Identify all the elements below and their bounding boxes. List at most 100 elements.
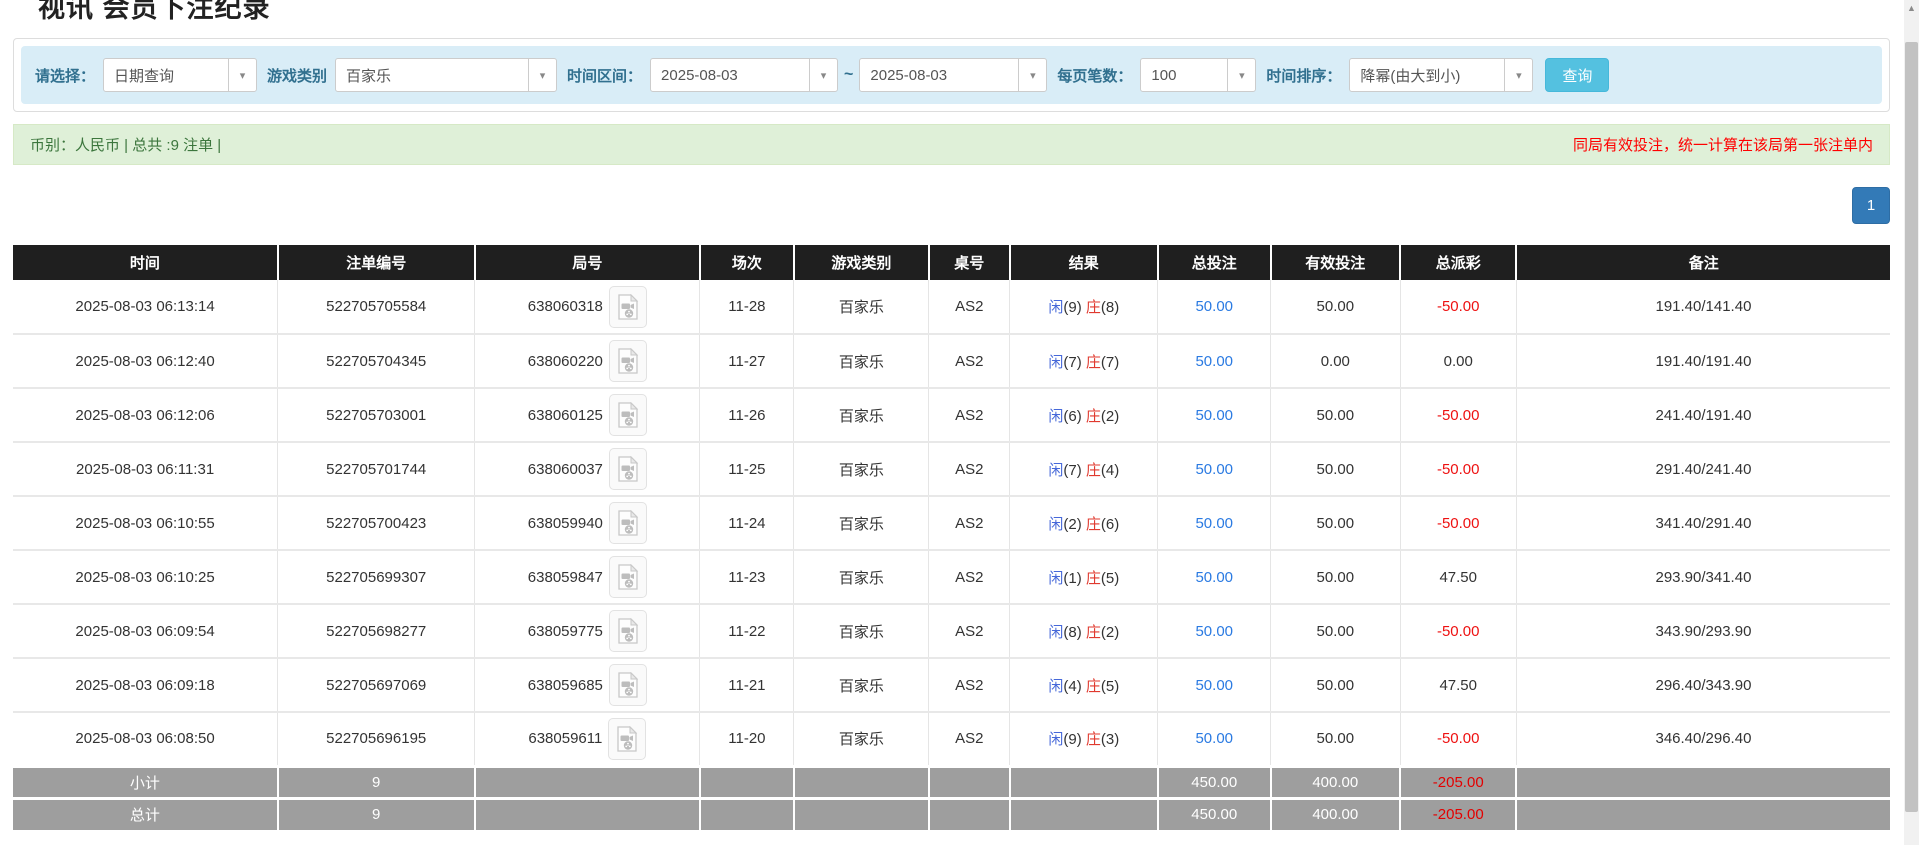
cell-total-bet: 50.00 (1157, 388, 1272, 443)
scrollbar-thumb[interactable] (1905, 42, 1918, 812)
vertical-scrollbar[interactable]: ▲ (1904, 0, 1919, 845)
cell-round-id: 638060220 (474, 334, 701, 389)
subtotal-row: 小计 9 450.00 400.00 -205.00 (13, 764, 1890, 798)
cell-time: 2025-08-03 06:08:50 (13, 712, 279, 767)
cell-time: 2025-08-03 06:11:31 (13, 442, 279, 497)
result-player-points: (7) (1063, 353, 1082, 371)
cell-bet-id: 522705700423 (277, 496, 476, 551)
cell-note: 296.40/343.90 (1516, 658, 1890, 713)
cell-game-type: 百家乐 (793, 658, 930, 713)
date-to-select[interactable]: 2025-08-03 ▾ (859, 58, 1048, 92)
scroll-up-icon[interactable]: ▲ (1904, 0, 1919, 16)
cell-round-id: 638059847 (474, 550, 701, 605)
game-type-label: 游戏类别 (267, 67, 328, 85)
per-page-select[interactable]: 100 ▾ (1140, 58, 1257, 92)
game-type-select[interactable]: 百家乐 ▾ (335, 58, 558, 92)
cell-bet-id: 522705705584 (277, 280, 476, 335)
subtotal-payout: -205.00 (1400, 764, 1518, 798)
sort-select[interactable]: 降幂(由大到小) ▾ (1349, 58, 1534, 92)
cell-result: 闲(8) 庄(2) (1009, 604, 1159, 659)
cell-valid-bet: 50.00 (1270, 712, 1401, 767)
cell-game-type: 百家乐 (793, 388, 930, 443)
cell-table-no: AS2 (928, 334, 1011, 389)
cell-valid-bet: 50.00 (1270, 550, 1401, 605)
cell-session: 11-23 (699, 550, 795, 605)
video-replay-icon[interactable] (608, 502, 647, 544)
total-bet-link[interactable]: 50.00 (1195, 353, 1233, 370)
round-id-text: 638060220 (527, 352, 603, 370)
total-bet-link[interactable]: 50.00 (1195, 677, 1233, 694)
date-from-value: 2025-08-03 (661, 66, 738, 84)
cell-table-no: AS2 (928, 604, 1011, 659)
video-replay-icon[interactable] (608, 610, 647, 652)
filter-bar: 请选择： 日期查询 ▾ 游戏类别 百家乐 ▾ 时间区间： 2025-08-03 … (21, 46, 1882, 104)
video-replay-icon[interactable] (608, 448, 647, 490)
video-replay-icon[interactable] (608, 717, 647, 760)
total-bet-link[interactable]: 50.00 (1195, 461, 1233, 478)
video-replay-icon[interactable] (608, 394, 647, 436)
cell-game-type: 百家乐 (793, 280, 930, 335)
cell-result: 闲(6) 庄(2) (1009, 388, 1159, 443)
result-banker-points: (5) (1100, 677, 1120, 695)
cell-note: 191.40/141.40 (1516, 280, 1890, 335)
cell-bet-id: 522705696195 (277, 712, 476, 767)
cell-note: 291.40/241.40 (1516, 442, 1890, 497)
cell-valid-bet: 50.00 (1270, 280, 1401, 335)
page-title: 视讯 会员下注纪录 (38, 0, 271, 23)
cell-payout: 0.00 (1400, 334, 1517, 389)
date-from-select[interactable]: 2025-08-03 ▾ (650, 58, 839, 92)
total-bet-link[interactable]: 50.00 (1195, 515, 1233, 532)
total-bet-link[interactable]: 50.00 (1195, 298, 1233, 315)
col-header-table-no: 桌号 (928, 245, 1011, 280)
video-replay-icon[interactable] (608, 340, 647, 382)
video-replay-icon[interactable] (608, 664, 647, 706)
total-bet-link[interactable]: 50.00 (1195, 623, 1233, 640)
cell-game-type: 百家乐 (793, 496, 930, 551)
cell-table-no: AS2 (928, 388, 1011, 443)
cell-payout: -50.00 (1400, 712, 1517, 767)
chevron-down-icon[interactable]: ▾ (528, 59, 556, 91)
video-replay-icon[interactable] (608, 285, 647, 328)
table-header: 时间 注单编号 局号 场次 游戏类别 桌号 结果 总投注 有效投注 总派彩 备注 (13, 245, 1890, 280)
chevron-down-icon[interactable]: ▾ (809, 59, 837, 91)
chevron-down-icon[interactable]: ▾ (1504, 59, 1532, 91)
cell-round-id: 638060037 (474, 442, 701, 497)
search-button[interactable]: 查询 (1545, 58, 1610, 92)
cell-table-no: AS2 (928, 712, 1011, 767)
cell-session: 11-24 (699, 496, 795, 551)
cell-round-id: 638059775 (474, 604, 701, 659)
result-player-label: 闲 (1048, 731, 1064, 749)
total-row: 总计 9 450.00 400.00 -205.00 (13, 796, 1890, 830)
col-header-total-bet: 总投注 (1157, 245, 1272, 280)
page-1-button[interactable]: 1 (1852, 186, 1890, 224)
cell-total-bet: 50.00 (1157, 442, 1272, 497)
round-id-text: 638060125 (527, 406, 603, 424)
cell-result: 闲(9) 庄(3) (1009, 712, 1159, 767)
currency-total-text: 币别：人民币 | 总共 :9 注单 | (30, 137, 222, 154)
cell-result: 闲(4) 庄(5) (1009, 658, 1159, 713)
cell-time: 2025-08-03 06:09:54 (13, 604, 279, 659)
total-bet-link[interactable]: 50.00 (1195, 569, 1233, 586)
total-payout: -205.00 (1400, 796, 1518, 830)
video-replay-icon[interactable] (608, 556, 647, 598)
col-header-game-type: 游戏类别 (793, 245, 930, 280)
total-bet-link[interactable]: 50.00 (1195, 730, 1233, 747)
result-player-points: (9) (1063, 299, 1082, 316)
result-banker-points: (2) (1100, 623, 1120, 641)
chevron-down-icon[interactable]: ▾ (1018, 59, 1046, 91)
chevron-down-icon[interactable]: ▾ (1227, 59, 1255, 91)
same-round-notice-text: 同局有效投注，统一计算在该局第一张注单内 (1572, 137, 1873, 154)
chevron-down-icon[interactable]: ▾ (228, 59, 256, 91)
cell-session: 11-28 (699, 280, 795, 335)
time-range-label: 时间区间： (567, 67, 643, 85)
cell-table-no: AS2 (928, 280, 1011, 335)
cell-note: 293.90/341.40 (1516, 550, 1890, 605)
result-player-points: (2) (1063, 515, 1082, 533)
query-type-select[interactable]: 日期查询 ▾ (103, 58, 258, 92)
round-id-text: 638059847 (527, 568, 603, 586)
cell-total-bet: 50.00 (1157, 604, 1272, 659)
sort-value: 降幂(由大到小) (1360, 67, 1461, 85)
cell-table-no: AS2 (928, 496, 1011, 551)
result-player-label: 闲 (1048, 677, 1064, 695)
total-bet-link[interactable]: 50.00 (1195, 407, 1233, 424)
